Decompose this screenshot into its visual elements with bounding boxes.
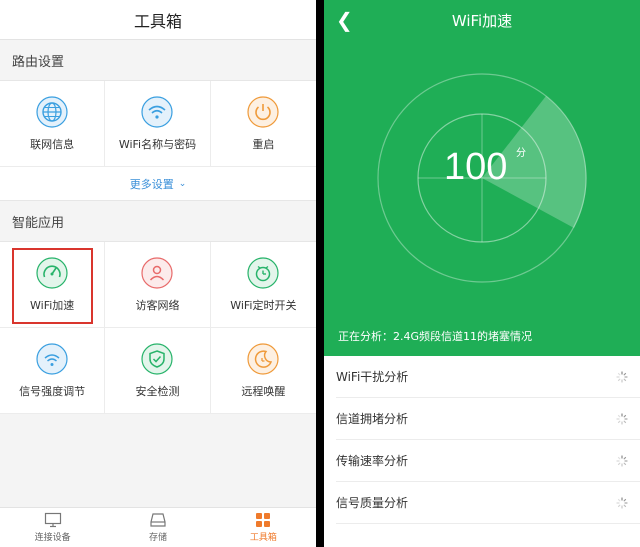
tool-remote-wake[interactable]: 远程唤醒 [210,328,316,414]
analysis-item: WiFi干扰分析 [336,356,640,398]
speedometer-icon [36,256,68,289]
tool-label: 安全检测 [135,384,180,398]
score-unit: 分 [516,148,526,159]
tool-label: 远程唤醒 [241,384,286,398]
page-title: 工具箱 [133,11,182,31]
analysis-item-label: 传输速率分析 [336,454,409,468]
router-settings-section-title: 路由设置 [0,40,316,80]
toolbox-icon [256,513,271,527]
more-settings-label: 更多设置 [129,177,174,191]
tool-label: WiFi定时开关 [230,298,297,312]
tool-wifi-timer[interactable]: WiFi定时开关 [210,242,316,328]
storage-icon [150,513,166,527]
more-settings-link[interactable]: 更多设置 ⌄ [0,167,316,201]
tool-label: WiFi加速 [30,298,75,312]
tool-security-check[interactable]: 安全检测 [105,328,211,414]
smart-apps-grid: WiFi加速 访客网络 WiFi定时开关 信号强度调节 安全检测 远程唤醒 [0,241,316,414]
smart-apps-section-title: 智能应用 [0,201,316,241]
signal-strength-icon [36,342,68,375]
tool-signal-strength[interactable]: 信号强度调节 [0,328,106,414]
tool-reboot[interactable]: 重启 [210,81,316,167]
tab-label: 存储 [148,533,167,543]
loading-spinner-icon [616,412,628,425]
loading-spinner-icon [616,370,628,383]
toolbox-header: 工具箱 [0,0,316,40]
analysis-list: WiFi干扰分析 信道拥堵分析 传输速率分析 信号质量分析 [324,356,640,524]
analysis-status: 正在分析：2.4G频段信道11的堵塞情况 [338,330,533,343]
loading-spinner-icon [616,496,628,509]
loading-spinner-icon [616,454,628,467]
tool-wifi-boost[interactable]: WiFi加速 [0,242,106,328]
wifi-boost-header: WiFi加速 [324,0,640,40]
tab-label: 连接设备 [34,533,71,543]
page-title: WiFi加速 [451,11,513,30]
shield-check-icon [141,342,174,375]
wifi-icon [141,95,174,128]
tool-label: 信号强度调节 [19,384,86,398]
tab-label: 工具箱 [249,533,277,543]
tab-connected-devices[interactable]: 连接设备 [0,508,105,547]
tab-toolbox[interactable]: 工具箱 [211,508,316,547]
analysis-item: 信号质量分析 [336,482,640,524]
analysis-item: 信道拥堵分析 [336,398,640,440]
toolbox-screen: 工具箱 路由设置 联网信息 WiFi名称与密码 重启 更多设置 ⌄ 智能应用 W… [0,0,316,547]
moon-clock-icon [247,342,279,375]
router-settings-grid: 联网信息 WiFi名称与密码 重启 [0,80,316,167]
tool-label: 访客网络 [135,298,180,312]
power-icon [247,95,279,128]
monitor-icon [44,512,61,528]
tool-network-info[interactable]: 联网信息 [0,81,106,167]
guest-icon [141,256,174,289]
tool-label: 联网信息 [30,137,75,151]
analysis-item-label: 信号质量分析 [336,496,409,510]
analysis-item-label: WiFi干扰分析 [336,370,409,384]
bottom-tab-bar: 连接设备 存储 工具箱 [0,507,316,547]
tool-wifi-name-password[interactable]: WiFi名称与密码 [105,81,211,167]
wifi-boost-screen: WiFi加速 ❮ 100 分 正在分析：2.4G频段信道11的堵塞情况 WiFi… [324,0,640,547]
score-value: 100 [444,146,508,188]
globe-icon [36,95,68,128]
analysis-item: 传输速率分析 [336,440,640,482]
back-arrow-icon[interactable]: ❮ [336,8,353,32]
tab-storage[interactable]: 存储 [105,508,210,547]
analysis-item-label: 信道拥堵分析 [336,412,409,426]
panel-divider [316,0,324,547]
tool-label: WiFi名称与密码 [118,137,197,151]
chevron-down-icon: ⌄ [178,178,187,189]
wifi-timer-icon [247,256,279,289]
tool-guest-network[interactable]: 访客网络 [105,242,211,328]
tool-label: 重启 [252,137,275,151]
